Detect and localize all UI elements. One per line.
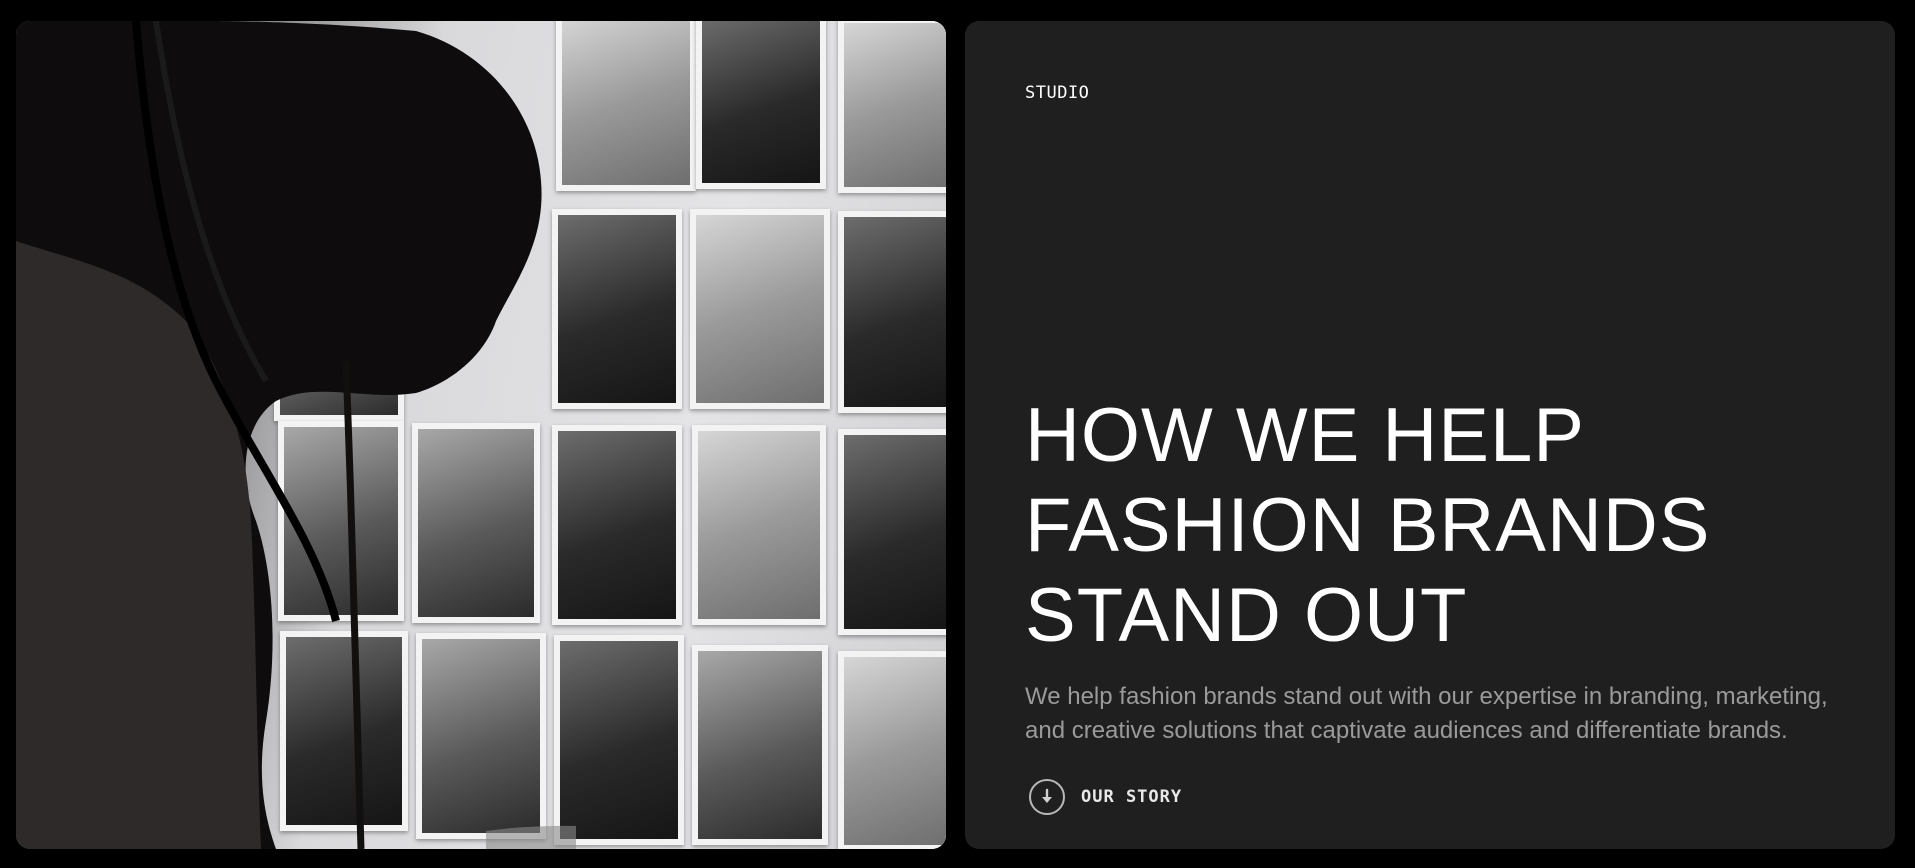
- wall-photo: [838, 21, 946, 193]
- wall-photo: [692, 425, 826, 625]
- our-story-button[interactable]: OUR STORY: [1029, 779, 1182, 815]
- hero-description: We help fashion brands stand out with ou…: [1025, 683, 1828, 744]
- arrow-down-circle-icon: [1029, 779, 1065, 815]
- person-silhouette: [16, 21, 576, 849]
- hero-headline: HOW WE HELP FASHION BRANDS STAND OUT: [1025, 391, 1845, 661]
- hero-photo: [16, 21, 946, 849]
- wall-photo: [556, 21, 696, 191]
- wall-photo: [838, 429, 946, 635]
- hero-section: STUDIO HOW WE HELP FASHION BRANDS STAND …: [0, 0, 1915, 868]
- our-story-label: OUR STORY: [1081, 787, 1183, 807]
- headline-line: FASHION BRANDS: [1025, 483, 1711, 568]
- headline-line: HOW WE HELP: [1025, 393, 1585, 478]
- hero-content-panel: STUDIO HOW WE HELP FASHION BRANDS STAND …: [965, 21, 1895, 849]
- wall-photo: [838, 651, 946, 849]
- wall-photo: [692, 645, 828, 845]
- wall-photo: [696, 21, 826, 189]
- section-label: STUDIO: [1025, 83, 1090, 103]
- wall-photo: [690, 209, 830, 409]
- headline-line: STAND OUT: [1025, 573, 1468, 658]
- wall-photo: [838, 211, 946, 413]
